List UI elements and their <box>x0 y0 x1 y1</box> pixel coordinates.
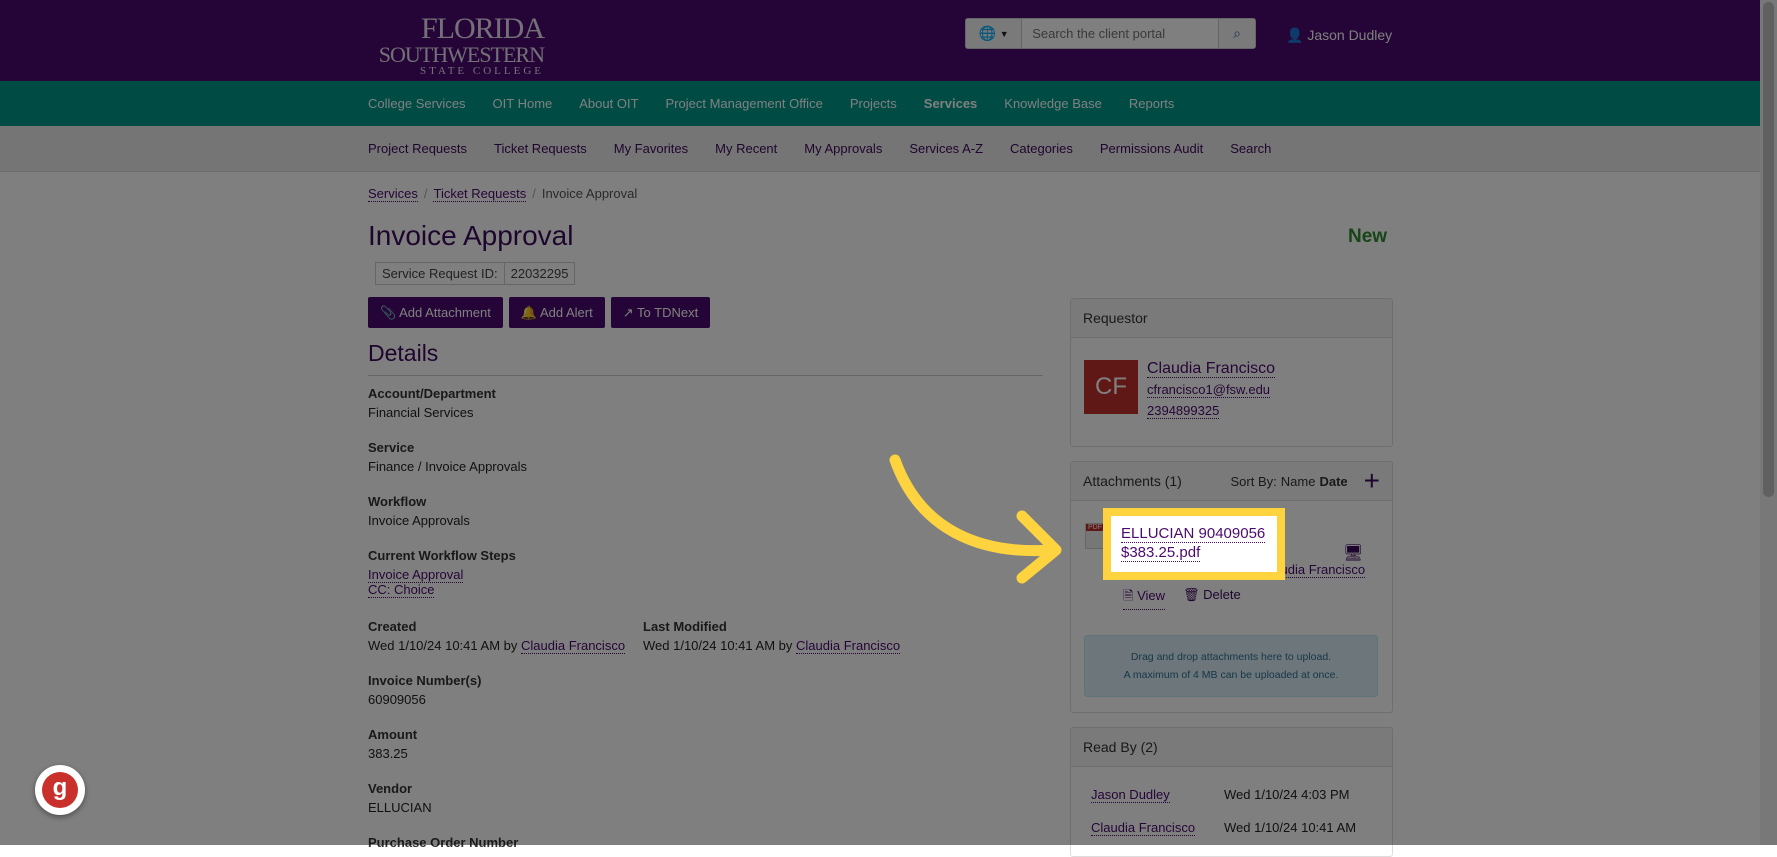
grammarly-icon: g <box>42 772 78 808</box>
highlighted-attachment: ELLUCIAN 90409056 $383.25.pdf <box>1103 508 1285 580</box>
pointer-arrow-icon <box>889 454 1062 584</box>
attachment-file-link[interactable]: ELLUCIAN 90409056 $383.25.pdf <box>1121 525 1266 562</box>
grammarly-button[interactable]: g <box>35 765 85 815</box>
